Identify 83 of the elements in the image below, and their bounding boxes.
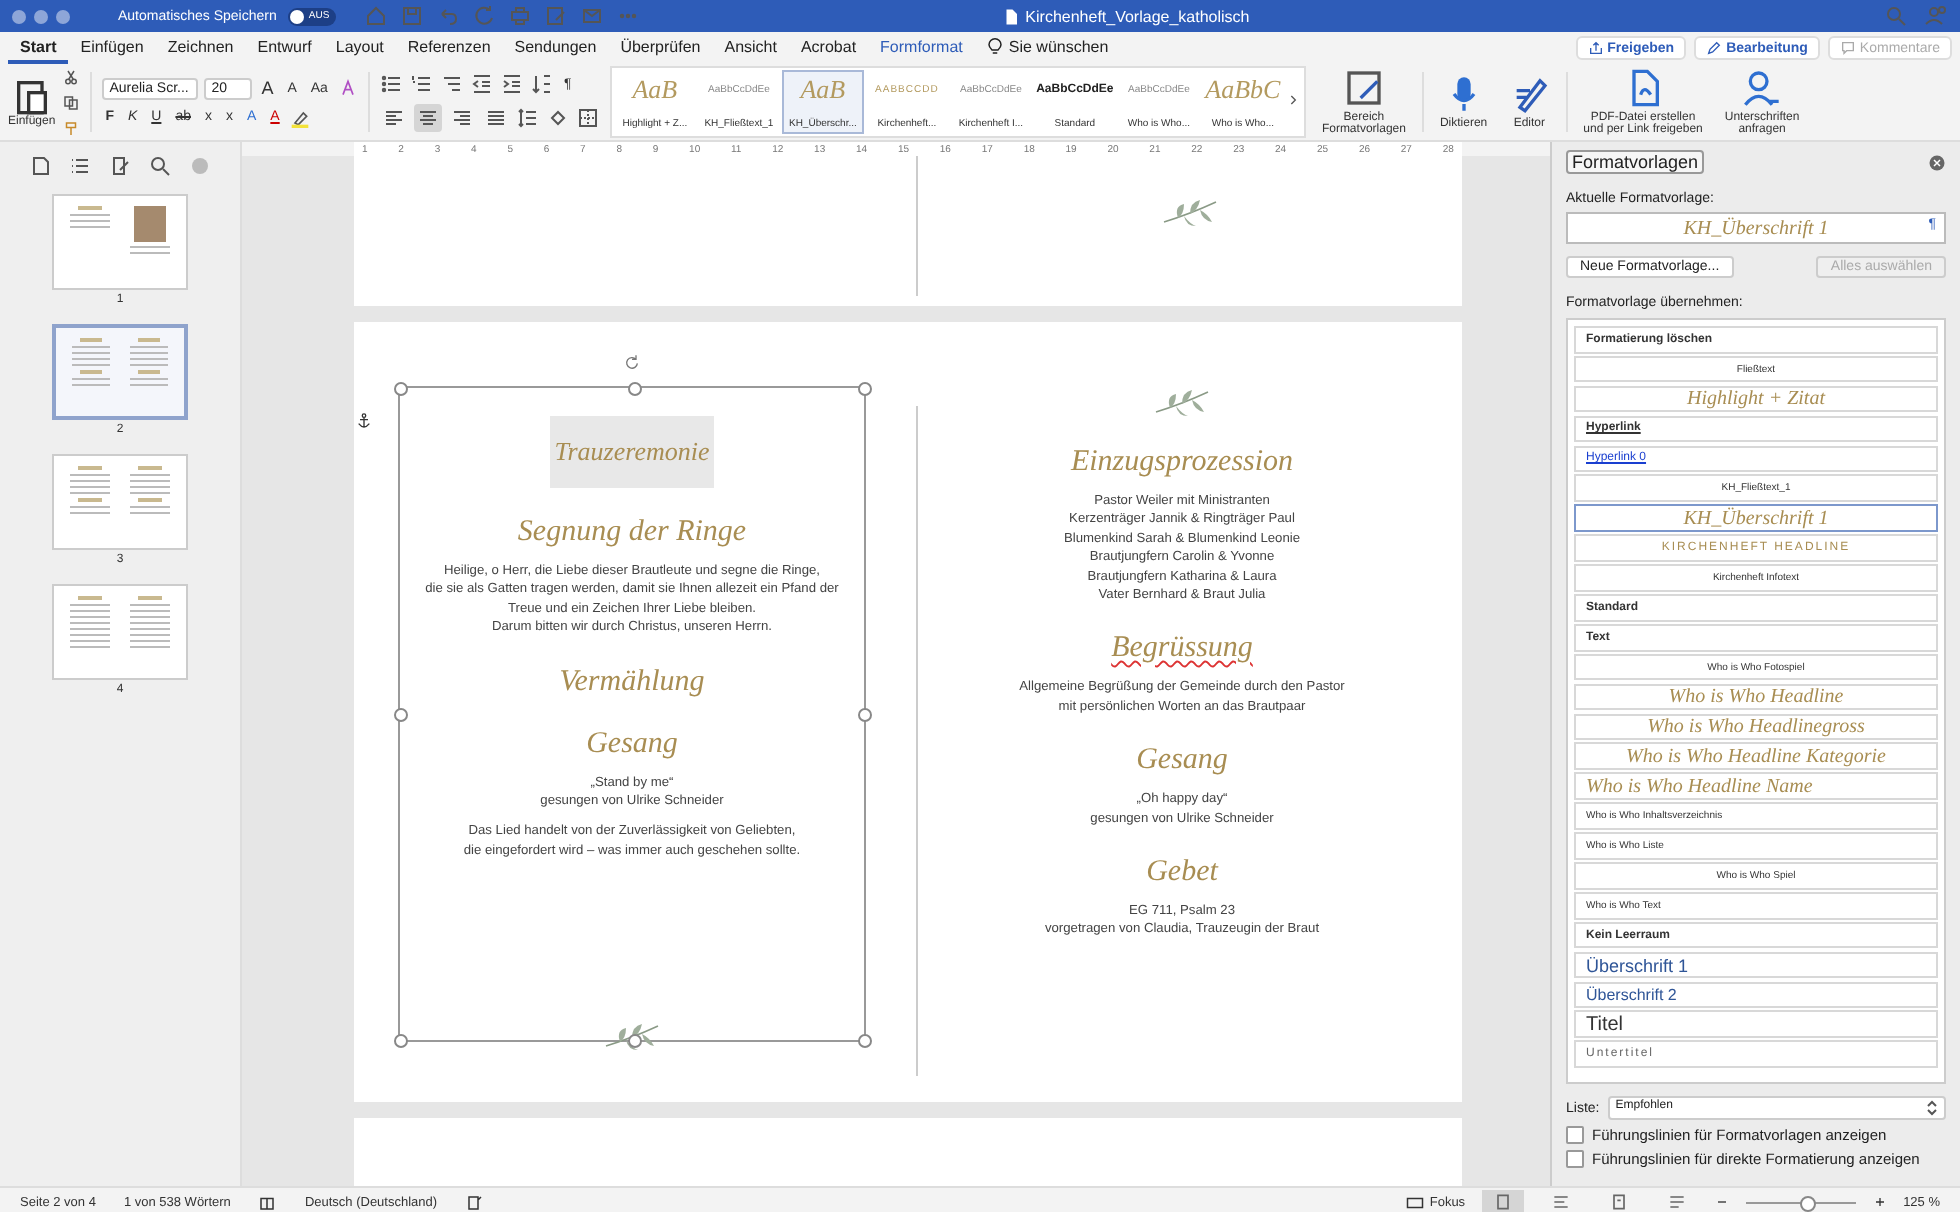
ribbon-tab[interactable]: Layout — [323, 33, 396, 63]
ribbon-tab[interactable]: Sie wünschen — [974, 33, 1121, 63]
copy-icon[interactable] — [61, 93, 80, 111]
ribbon-tab[interactable]: Entwurf — [245, 33, 324, 63]
pencil-icon — [1706, 40, 1723, 56]
view-button[interactable] — [1481, 1190, 1524, 1212]
scissors-icon[interactable] — [61, 67, 80, 85]
heading-text: Trauzeremonie — [550, 416, 714, 488]
window-minimize-button[interactable] — [34, 9, 48, 23]
up-down-arrows-icon — [1926, 1100, 1938, 1116]
align-button[interactable] — [413, 104, 442, 132]
resize-handle[interactable] — [394, 1034, 408, 1048]
ribbon-tab[interactable]: Acrobat — [788, 33, 869, 63]
style-item[interactable]: Überschrift 1 — [1574, 951, 1938, 979]
search-icon[interactable] — [148, 154, 172, 178]
clear-formatting-icon[interactable] — [337, 78, 358, 98]
highlighter-icon[interactable] — [289, 107, 310, 127]
clipboard-icon — [11, 76, 52, 116]
checkbox[interactable] — [1566, 1150, 1584, 1168]
styles-pane-icon — [1343, 68, 1384, 108]
ribbon-tab[interactable]: Ansicht — [712, 33, 789, 63]
heading-text: Vermählung — [559, 665, 705, 700]
shading-icon[interactable] — [545, 106, 570, 130]
rotate-handle-icon[interactable] — [624, 354, 640, 370]
sort-icon[interactable] — [529, 72, 554, 96]
heading-text: Einzugsprozession — [1070, 446, 1294, 480]
numbered-list-icon[interactable] — [409, 72, 434, 96]
heading-text: Begrüssung — [1111, 632, 1253, 667]
pages-icon[interactable] — [28, 154, 52, 178]
ribbon-tab[interactable]: Referenzen — [395, 33, 503, 63]
pane-title: Formatvorlagen — [1566, 150, 1705, 174]
sub-button[interactable]: x — [201, 110, 216, 124]
page-thumbnail[interactable] — [52, 584, 188, 680]
window-close-button[interactable] — [12, 9, 26, 23]
zoom-slider-thumb[interactable] — [1799, 1195, 1816, 1211]
page-thumbnail[interactable] — [52, 454, 188, 550]
leaf-sprig-drawing — [1160, 195, 1220, 227]
ribbon-tab[interactable]: Zeichnen — [155, 33, 246, 63]
line-spacing-icon[interactable] — [515, 106, 540, 130]
document-edit-icon[interactable] — [108, 154, 132, 178]
heading-text: Gesang — [1136, 744, 1228, 779]
ribbon-tab[interactable]: Sendungen — [502, 33, 609, 63]
decrease-indent-icon[interactable] — [469, 72, 494, 96]
page-thumbnail[interactable] — [52, 324, 188, 420]
font-grow-button[interactable]: A — [257, 78, 278, 98]
style-item[interactable]: Überschrift 2 — [1574, 981, 1938, 1009]
resize-handle[interactable] — [858, 708, 872, 722]
sup-button[interactable]: x — [222, 110, 237, 124]
resize-handle[interactable] — [628, 1034, 642, 1048]
resize-handle[interactable] — [394, 382, 408, 396]
window-zoom-button[interactable] — [56, 9, 70, 23]
leaf-sprig-drawing — [602, 1020, 662, 1052]
window-title: Kirchenheft_Vorlage_katholisch — [1025, 7, 1250, 25]
track-changes-icon — [465, 1193, 484, 1211]
checkbox[interactable] — [1566, 1126, 1584, 1144]
resize-handle[interactable] — [394, 708, 408, 722]
page-thumbnail[interactable] — [52, 194, 188, 290]
anchor-icon — [356, 412, 372, 430]
style-item[interactable]: Titel — [1574, 1010, 1938, 1039]
book-icon — [258, 1193, 277, 1211]
list-icon[interactable] — [68, 154, 92, 178]
heading-text: Gebet — [1146, 856, 1218, 891]
heading-text: Segnung der Ringe — [517, 516, 747, 550]
document-icon — [1001, 7, 1020, 25]
ribbon-tab[interactable]: Überprüfen — [608, 33, 713, 63]
resize-handle[interactable] — [628, 382, 642, 396]
speech-bubble-icon — [1839, 40, 1856, 56]
person-icon — [1742, 68, 1783, 108]
heading-text: Gesang — [586, 727, 678, 762]
increase-indent-icon[interactable] — [499, 72, 524, 96]
plus-icon — [1871, 1194, 1888, 1210]
ribbon-tab[interactable]: Formformat — [868, 33, 975, 63]
resize-handle[interactable] — [858, 1034, 872, 1048]
format-painter-icon[interactable] — [61, 119, 80, 137]
lightbulb-icon — [986, 37, 1005, 55]
bullet-list-icon[interactable] — [379, 72, 404, 96]
focus-icon — [1405, 1193, 1424, 1211]
leaf-sprig-drawing — [1152, 386, 1212, 418]
borders-icon[interactable] — [575, 106, 600, 130]
share-icon — [1587, 40, 1604, 56]
ribbon-tab[interactable]: Einfügen — [68, 33, 156, 63]
resize-handle[interactable] — [858, 382, 872, 396]
multilevel-list-icon[interactable] — [439, 72, 464, 96]
